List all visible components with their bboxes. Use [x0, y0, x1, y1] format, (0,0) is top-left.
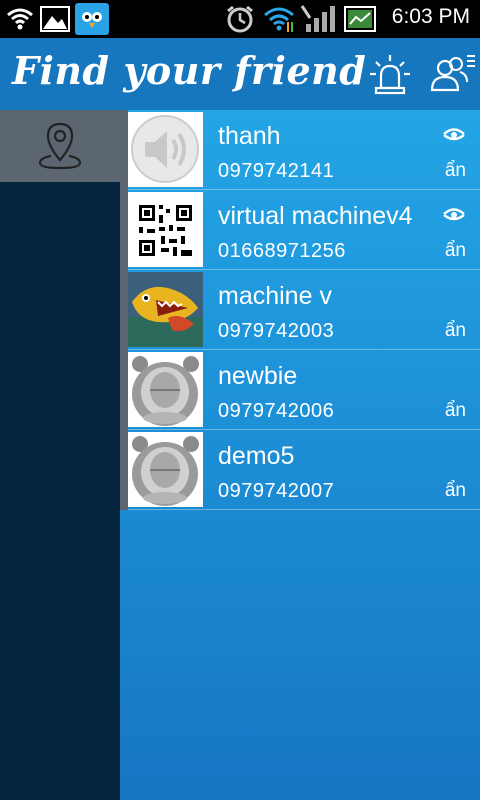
speaker-icon [131, 115, 199, 183]
robot-avatar [128, 352, 203, 427]
signal-icon [300, 3, 338, 35]
row-indicator [120, 110, 128, 190]
friend-phone: 0979742006 [218, 400, 335, 422]
friend-phone: 0979742141 [218, 160, 335, 182]
sidebar-item-location[interactable] [0, 110, 120, 182]
visibility-eye-icon[interactable] [442, 204, 466, 224]
row-indicator [120, 190, 128, 270]
app-bar: Find your friend [0, 38, 480, 110]
image-notification-icon [40, 3, 70, 35]
friend-row[interactable]: virtual machinev4 01668971256 ẩn [120, 190, 480, 270]
app-title: Find your friend [12, 48, 367, 93]
sidebar [0, 110, 120, 800]
friend-status: ẩn [444, 400, 466, 421]
friend-name: machine v [218, 282, 332, 310]
friend-row[interactable]: demo5 0979742007 ẩn [120, 430, 480, 510]
visibility-eye-icon[interactable] [442, 124, 466, 144]
friend-list: thanh 0979742141 ẩn virtual machinev4 01… [120, 110, 480, 800]
row-indicator [120, 270, 128, 350]
siren-alert-button[interactable] [366, 50, 414, 98]
friend-status: ẩn [444, 160, 466, 181]
robot-avatar [128, 432, 203, 507]
robot-avatar-icon [128, 432, 203, 507]
status-time: 6:03 PM [391, 5, 470, 28]
friend-name: thanh [218, 122, 281, 150]
wifi-icon [6, 3, 34, 35]
friend-status: ẩn [444, 480, 466, 501]
friend-row[interactable]: thanh 0979742141 ẩn [120, 110, 480, 190]
friend-phone: 01668971256 [218, 240, 346, 262]
friend-name: newbie [218, 362, 298, 390]
friend-name: demo5 [218, 442, 295, 470]
friend-name: virtual machinev4 [218, 202, 413, 230]
friend-phone: 0979742007 [218, 480, 335, 502]
robot-avatar-icon [128, 352, 203, 427]
bird-app-icon [75, 3, 109, 35]
speaker-avatar [128, 112, 203, 187]
wifi-data-icon [263, 3, 295, 35]
fish-painting-avatar [128, 272, 203, 347]
qr-code-icon [128, 192, 203, 267]
battery-icon [344, 3, 378, 35]
friend-phone: 0979742003 [218, 320, 335, 342]
row-indicator [120, 430, 128, 510]
contacts-button[interactable] [428, 50, 476, 98]
status-bar: 6:03 PM [0, 0, 480, 38]
location-pin-icon [38, 122, 82, 170]
friend-status: ẩn [444, 320, 466, 341]
contacts-icon [430, 55, 475, 92]
friend-status: ẩn [444, 240, 466, 261]
friend-row[interactable]: newbie 0979742006 ẩn [120, 350, 480, 430]
friend-row[interactable]: machine v 0979742003 ẩn [120, 270, 480, 350]
fish-painting-icon [128, 272, 203, 347]
alarm-icon [224, 3, 256, 35]
siren-alert-icon [370, 55, 410, 95]
row-indicator [120, 350, 128, 430]
qr-code-avatar [128, 192, 203, 267]
